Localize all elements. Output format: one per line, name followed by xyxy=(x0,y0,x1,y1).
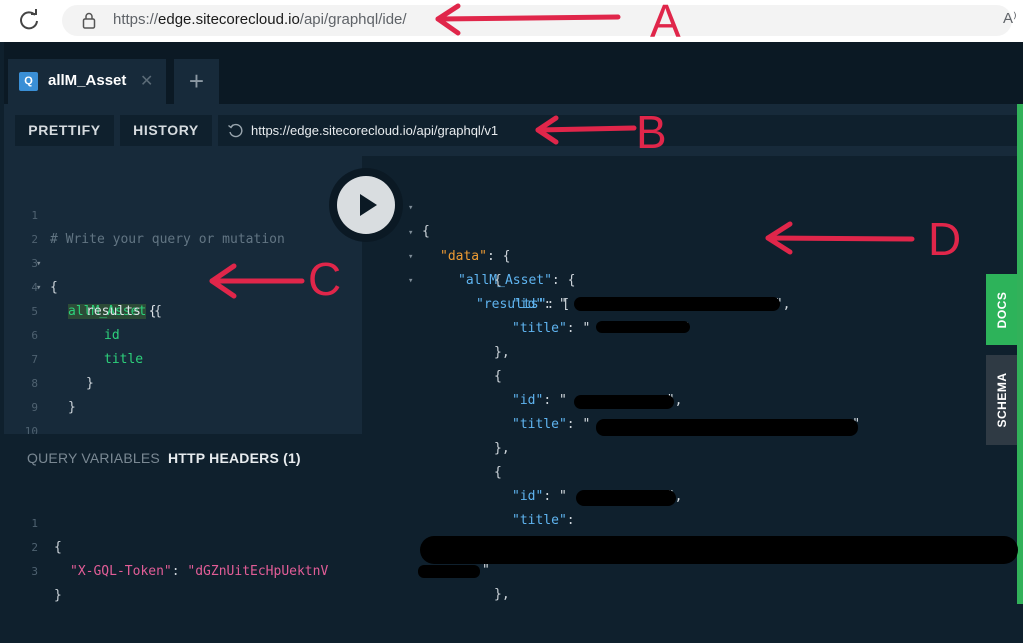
annotation-letter-b: B xyxy=(636,106,667,158)
annotation-letter-a: A xyxy=(650,0,681,47)
annotation-letter-d: D xyxy=(928,213,962,265)
arrow-d-icon xyxy=(765,235,915,242)
annotation-arrows xyxy=(209,3,915,299)
arrow-a-icon xyxy=(435,14,621,22)
arrow-b-icon xyxy=(535,125,637,133)
annotation-letter-c: C xyxy=(308,253,342,305)
